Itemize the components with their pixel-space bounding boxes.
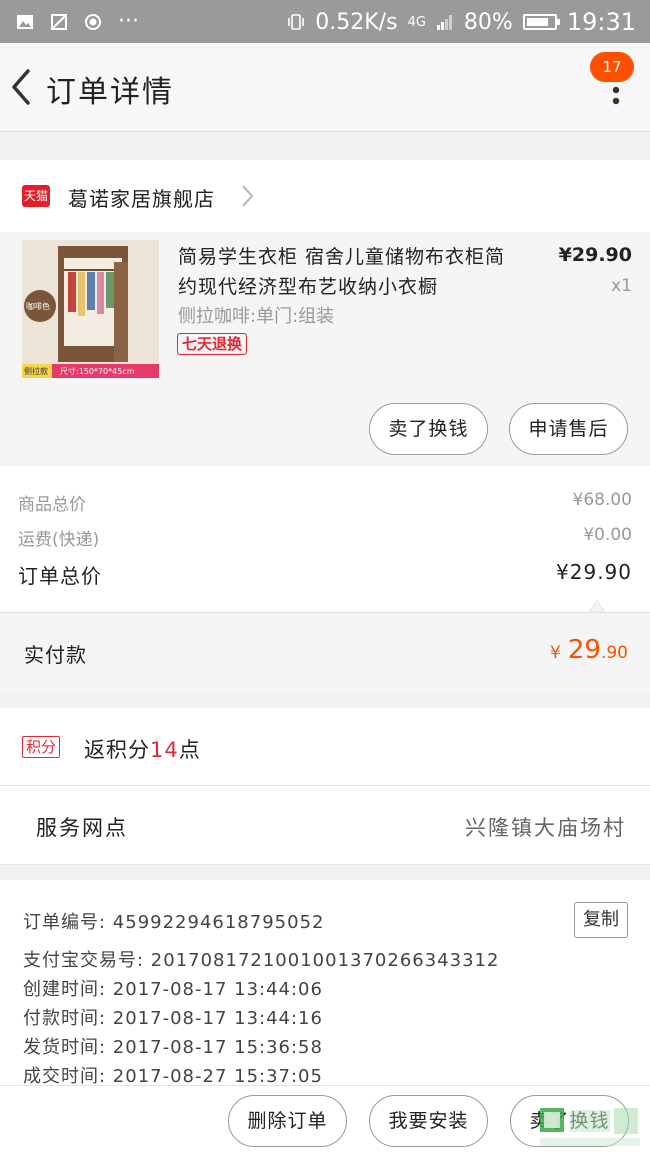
service-point-row[interactable]: 服务网点 兴隆镇大庙场村 [0, 786, 650, 865]
order-number: 订单编号: 45992294618795052 [23, 912, 325, 933]
payment-currency: ¥ [550, 643, 561, 663]
product-thumbnail[interactable]: 咖啡色 侧拉款 尺寸:150*70*45cm [22, 240, 159, 378]
watermark-logo [540, 1108, 640, 1146]
points-amount: 14 [150, 738, 179, 762]
product-title: 简易学生衣柜 宿舍儿童储物布衣柜简约现代经济型布艺收纳小衣橱 [178, 246, 506, 298]
shipping-value: ¥0.00 [583, 525, 632, 545]
alipay-trade-number: 支付宝交易号: 2017081721001001370266343312 [23, 950, 500, 971]
install-button[interactable]: 我要安装 [369, 1095, 488, 1147]
signal-icon [436, 15, 452, 30]
actual-payment-row: 实付款 ¥ 29.90 [0, 612, 650, 693]
clock: 19:31 [566, 8, 636, 36]
goods-total-value: ¥68.00 [572, 490, 632, 510]
delete-order-button[interactable]: 删除订单 [228, 1095, 347, 1147]
network-speed: 0.52K/s [315, 9, 398, 35]
points-tag: 积分 [22, 736, 61, 758]
service-point-label: 服务网点 [36, 816, 128, 840]
shipped-time: 发货时间: 2017-08-17 15:36:58 [23, 1037, 323, 1058]
actual-payment-value: ¥ 29.90 [550, 635, 628, 665]
shipping-label: 运费(快递) [18, 530, 100, 550]
product-quantity: x1 [611, 276, 632, 296]
back-arrow-icon[interactable] [8, 67, 34, 107]
network-type: 4G [407, 14, 426, 30]
copy-order-number-button[interactable]: 复制 [574, 902, 628, 938]
seven-day-return-tag: 七天退换 [177, 333, 248, 355]
price-summary: 商品总价 ¥68.00 运费(快递) ¥0.00 订单总价 ¥29.90 [0, 466, 650, 612]
message-count-badge[interactable]: 17 [590, 52, 634, 82]
payment-decimal: .90 [600, 643, 628, 663]
payment-integer: 29 [567, 635, 601, 665]
points-text: 返积分14点 [84, 734, 201, 764]
product-sku: 侧拉咖啡:单门:组装 [178, 306, 335, 327]
product-item[interactable]: 咖啡色 侧拉款 尺寸:150*70*45cm 简易学生衣柜 宿舍儿童储物布衣柜简… [0, 232, 650, 465]
nav-header: 订单详情 [0, 43, 650, 132]
points-prefix: 返积分 [84, 738, 150, 762]
store-row[interactable]: 天猫 葛诺家居旗舰店 [0, 160, 650, 232]
pointer-triangle [588, 600, 606, 612]
order-total-label: 订单总价 [18, 564, 102, 588]
tmall-logo: 天猫 [22, 185, 50, 207]
status-bar-left: ··· [16, 9, 139, 34]
record-icon [85, 13, 101, 30]
battery-level [526, 18, 548, 26]
sell-exchange-button[interactable]: 卖了换钱 [369, 403, 488, 455]
points-row: 积分 返积分14点 [0, 708, 650, 786]
gallery-icon [17, 14, 33, 29]
product-price: ¥29.90 [558, 244, 632, 266]
page-title: 订单详情 [46, 75, 174, 110]
actual-payment-label: 实付款 [24, 643, 87, 667]
status-bar: ··· 0.52K/s 4G 80% 19:31 [0, 0, 650, 43]
thumb-color-label: 咖啡色 [26, 302, 50, 311]
goods-total-label: 商品总价 [18, 495, 86, 515]
battery-percent: 80% [463, 9, 513, 35]
image-off-icon [51, 13, 67, 30]
status-bar-right: 0.52K/s 4G 80% 19:31 [287, 8, 636, 36]
more-notifications-icon: ··· [118, 9, 139, 34]
points-suffix: 点 [178, 738, 201, 762]
battery-icon [522, 14, 560, 30]
order-item-card: 天猫 葛诺家居旗舰店 咖啡色 侧拉款 尺寸:150*70*45cm 简易学生衣柜… [0, 160, 650, 465]
store-name: 葛诺家居旗舰店 [68, 187, 215, 211]
paid-time: 付款时间: 2017-08-17 13:44:16 [23, 1008, 323, 1029]
order-total-value: ¥29.90 [556, 560, 632, 584]
service-point-value: 兴隆镇大庙场村 [465, 816, 626, 840]
vibrate-icon [288, 14, 305, 30]
created-time: 创建时间: 2017-08-17 13:44:06 [23, 979, 323, 1000]
after-sale-button[interactable]: 申请售后 [509, 403, 628, 455]
order-info-section: 订单编号: 45992294618795052 支付宝交易号: 20170817… [0, 880, 650, 1090]
chevron-right-icon [242, 185, 254, 207]
thumb-tag-size: 尺寸:150*70*45cm [60, 367, 135, 376]
thumb-tag-left: 侧拉款 [24, 367, 48, 376]
